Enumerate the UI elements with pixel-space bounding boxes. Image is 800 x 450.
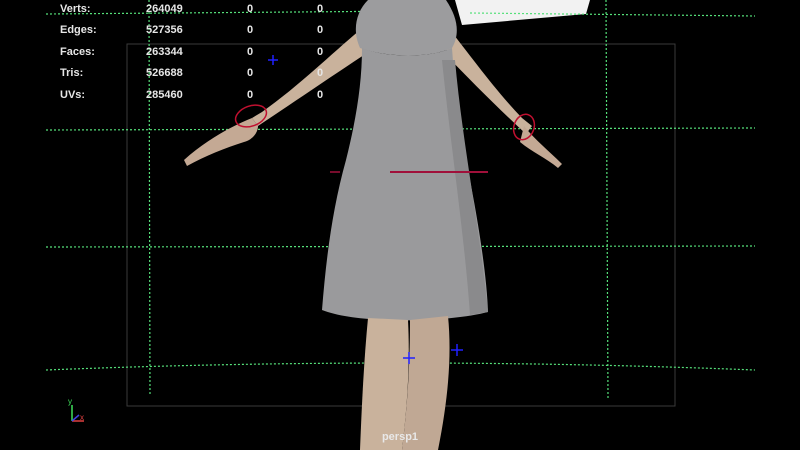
right-leg xyxy=(402,316,450,450)
hud-label: Tris: xyxy=(60,67,84,79)
axis-y-label: y xyxy=(68,397,72,406)
hud-selected: 0 xyxy=(247,89,254,101)
hud-label: Faces: xyxy=(60,46,95,58)
hud-selected-alt: 0 xyxy=(317,3,324,15)
hud-value: 263344 xyxy=(146,46,183,58)
hud-selected: 0 xyxy=(247,46,254,58)
axis-x-label: x xyxy=(80,413,84,422)
hud-selected-alt: 0 xyxy=(317,24,324,36)
hud-selected: 0 xyxy=(247,24,254,36)
right-hand xyxy=(520,126,562,168)
joint-cross-icon[interactable] xyxy=(451,344,463,356)
hud-selected-alt: 0 xyxy=(317,46,324,58)
left-hand xyxy=(184,118,258,166)
axis-indicator-icon: y x xyxy=(68,397,84,422)
hud-value: 264049 xyxy=(146,3,183,15)
hud-label: UVs: xyxy=(60,89,86,101)
hud-selected: 0 xyxy=(247,3,254,15)
hud-value: 527356 xyxy=(146,24,183,36)
hud-selected: 0 xyxy=(247,67,254,79)
hud-label: Edges: xyxy=(60,24,97,36)
poly-count-hud: Verts: 264049 0 0 Edges: 527356 0 0 Face… xyxy=(0,0,800,110)
maya-viewport[interactable]: y x Verts: 264049 0 0 Edges: 527356 0 0 … xyxy=(0,0,800,450)
hud-value: 285460 xyxy=(146,89,183,101)
hud-selected-alt: 0 xyxy=(317,67,324,79)
hud-selected-alt: 0 xyxy=(317,89,324,101)
hud-label: Verts: xyxy=(60,3,91,15)
hud-value: 526688 xyxy=(146,67,183,79)
camera-name-label: persp1 xyxy=(381,431,419,443)
